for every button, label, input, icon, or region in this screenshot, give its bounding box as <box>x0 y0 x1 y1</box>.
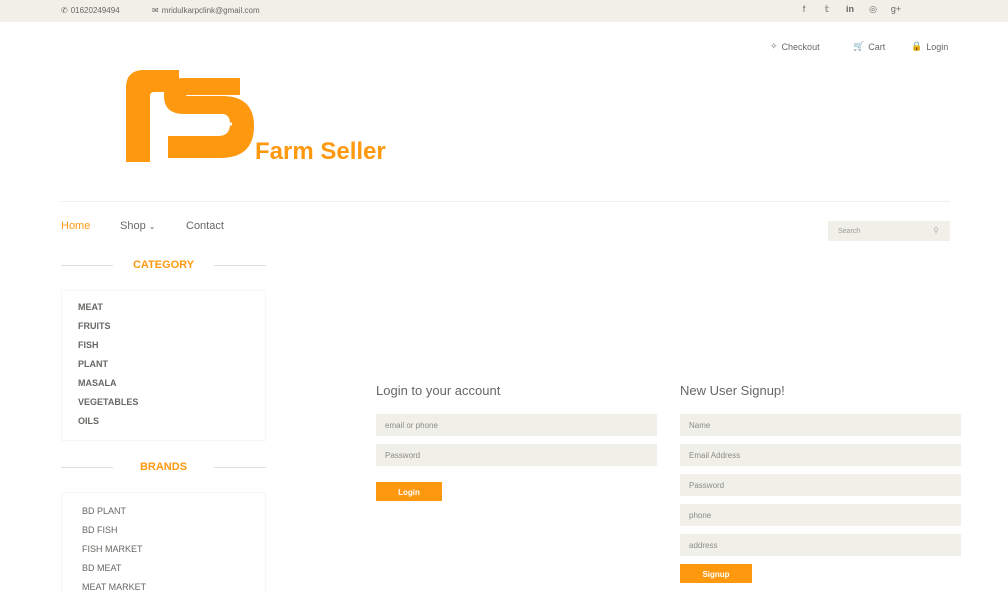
category-panel: MEAT FRUITS FISH PLANT MASALA VEGETABLES… <box>61 290 266 441</box>
category-item[interactable]: MEAT <box>78 302 103 312</box>
top-contact-bar: ✆ 01620249494 ✉ mridulkarpclink@gmail.co… <box>0 0 1008 22</box>
signup-name-field[interactable]: Name <box>680 414 961 436</box>
email-address[interactable]: mridulkarpclink@gmail.com <box>162 6 260 15</box>
login-label: Login <box>926 41 949 52</box>
checkout-label: Checkout <box>781 41 820 52</box>
login-link[interactable]: 🔒 Login <box>911 41 948 52</box>
signup-address-field[interactable]: address <box>680 534 961 556</box>
phone-number: 01620249494 <box>70 6 120 15</box>
nav-shop[interactable]: Shop ⌄ <box>120 220 155 232</box>
cart-link[interactable]: 🛒 Cart <box>853 41 885 52</box>
signup-name-placeholder: Name <box>689 421 711 430</box>
brand-item[interactable]: BD MEAT <box>82 563 121 573</box>
checkout-link[interactable]: ✧ Checkout <box>770 41 820 52</box>
brand-item[interactable]: FISH MARKET <box>82 544 143 554</box>
category-item[interactable]: VEGETABLES <box>78 397 138 407</box>
brands-panel: BD PLANT BD FISH FISH MARKET BD MEAT MEA… <box>61 492 266 592</box>
nav-contact[interactable]: Contact <box>186 220 224 232</box>
facebook-icon[interactable]: f <box>797 4 811 14</box>
search-icon[interactable]: ⚲ <box>933 226 939 235</box>
nav-home[interactable]: Home <box>61 220 90 232</box>
login-email-field[interactable]: email or phone <box>376 414 657 436</box>
cart-icon: 🛒 <box>853 41 865 51</box>
signup-email-placeholder: Email Address <box>689 451 741 460</box>
brand-item[interactable]: MEAT MARKET <box>82 582 146 592</box>
cart-label: Cart <box>868 41 886 52</box>
login-email-placeholder: email or phone <box>385 421 438 430</box>
envelope-icon: ✉ <box>152 6 159 15</box>
google-plus-icon[interactable]: g+ <box>889 4 903 14</box>
phone-contact: ✆ 01620249494 <box>61 6 120 15</box>
category-item[interactable]: PLANT <box>78 359 108 369</box>
category-item[interactable]: FISH <box>78 340 99 350</box>
chevron-down-icon: ⌄ <box>148 222 156 231</box>
login-password-placeholder: Password <box>385 451 421 460</box>
signup-email-field[interactable]: Email Address <box>680 444 961 466</box>
category-heading: CATEGORY <box>61 259 266 271</box>
brands-heading: BRANDS <box>61 461 266 473</box>
login-title: Login to your account <box>376 383 501 398</box>
category-item[interactable]: MASALA <box>78 378 117 388</box>
phone-icon: ✆ <box>61 6 68 15</box>
logo-icon[interactable] <box>122 66 257 166</box>
search-input[interactable]: Search ⚲ <box>828 221 950 241</box>
brand-item[interactable]: BD FISH <box>82 525 118 535</box>
logo-text[interactable]: Farm Seller <box>255 138 386 166</box>
search-placeholder: Search <box>838 228 861 235</box>
header-divider <box>61 201 950 202</box>
twitter-icon[interactable]: 𝕥 <box>820 4 834 15</box>
dribbble-icon[interactable]: ◎ <box>866 4 880 15</box>
linkedin-icon[interactable]: in <box>843 4 857 14</box>
signup-password-placeholder: Password <box>689 481 725 490</box>
signup-phone-field[interactable]: phone <box>680 504 961 526</box>
category-item[interactable]: FRUITS <box>78 321 111 331</box>
login-button[interactable]: Login <box>376 482 442 501</box>
signup-button[interactable]: Signup <box>680 564 752 583</box>
signup-password-field[interactable]: Password <box>680 474 961 496</box>
login-password-field[interactable]: Password <box>376 444 657 466</box>
lock-icon: 🔒 <box>911 41 923 51</box>
crosshairs-icon: ✧ <box>770 41 778 51</box>
brand-item[interactable]: BD PLANT <box>82 506 126 516</box>
nav-shop-label: Shop <box>120 220 146 232</box>
signup-address-placeholder: address <box>689 541 718 550</box>
signup-title: New User Signup! <box>680 383 785 398</box>
category-item[interactable]: OILS <box>78 416 99 426</box>
email-contact[interactable]: ✉ mridulkarpclink@gmail.com <box>152 6 260 15</box>
signup-phone-placeholder: phone <box>689 511 712 520</box>
